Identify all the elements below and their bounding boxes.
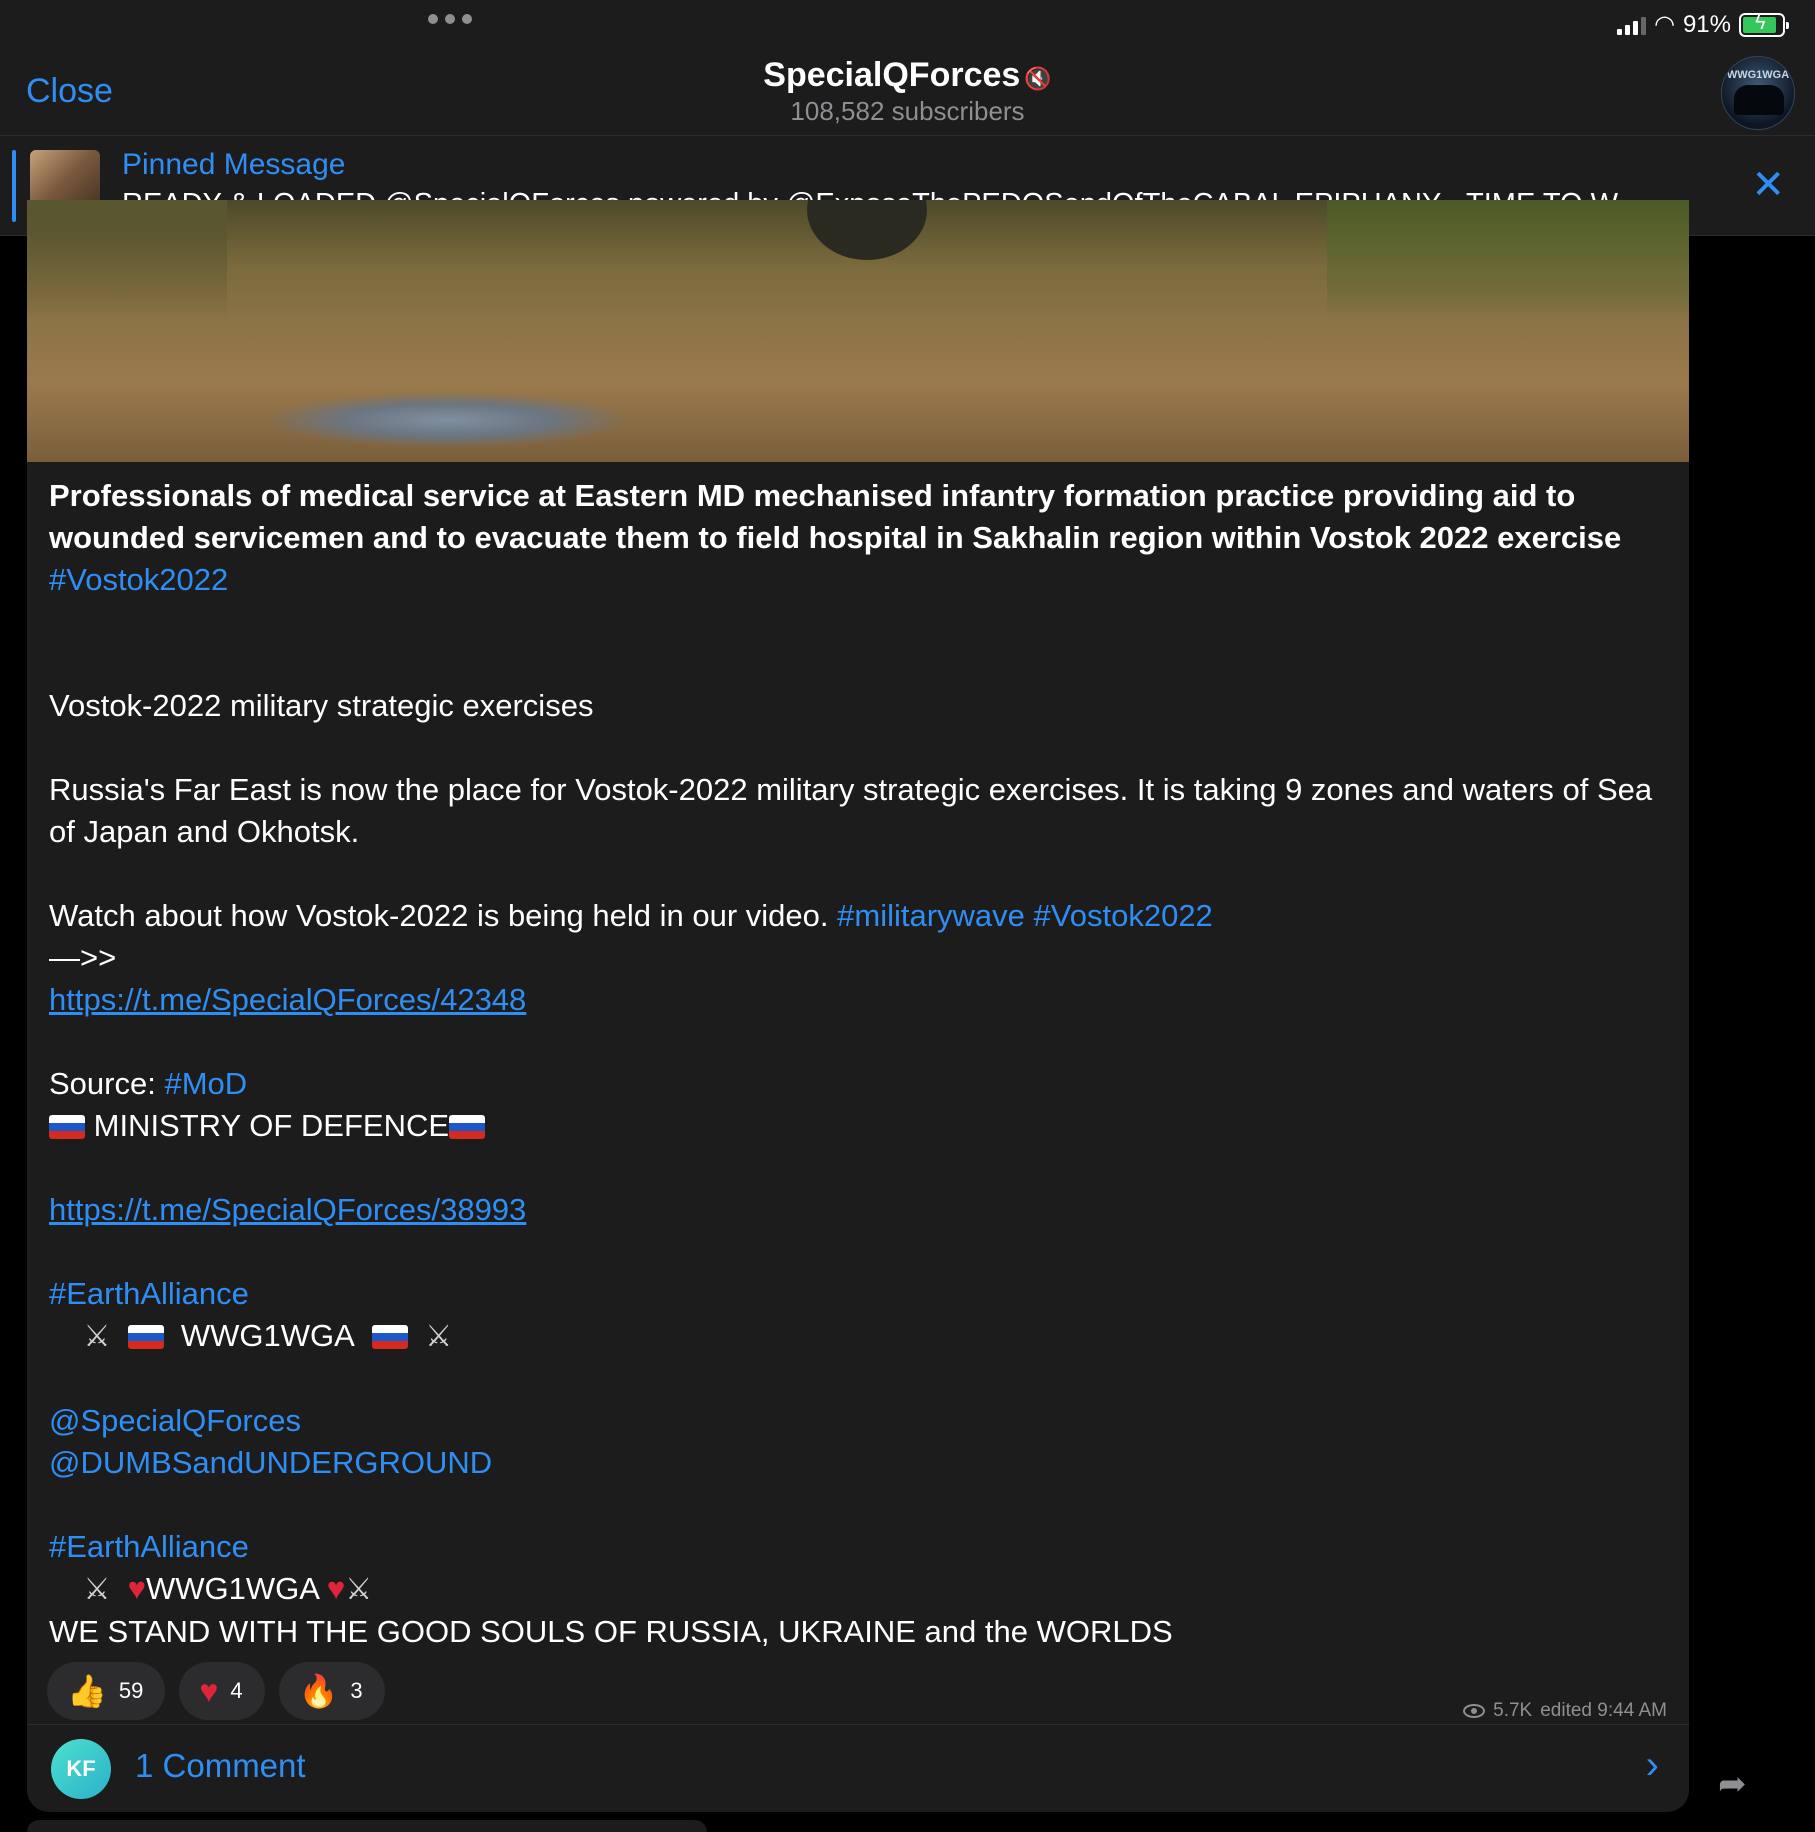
crossed-swords-icon: ⚔	[345, 1573, 373, 1606]
muted-speaker-icon: 🔇	[1024, 66, 1052, 91]
message-text: Professionals of medical service at East…	[49, 475, 1669, 1653]
reaction-count: 59	[118, 1678, 144, 1703]
close-pinned-icon[interactable]: ✕	[1751, 162, 1785, 208]
mention-dumbsandunderground[interactable]: @DUMBSandUNDERGROUND	[49, 1445, 492, 1480]
view-count: 5.7K	[1493, 1700, 1533, 1721]
pinned-title: Pinned Message	[122, 148, 346, 181]
edited-time: edited 9:44 AM	[1540, 1700, 1667, 1721]
chevron-right-icon: ›	[1645, 1743, 1659, 1787]
russia-flag-icon	[371, 1325, 408, 1349]
watch-text: Watch about how Vostok-2022 is being hel…	[49, 898, 838, 933]
crossed-swords-icon: ⚔	[83, 1320, 111, 1353]
thumbs-up-icon: 👍	[67, 1673, 107, 1709]
chat-header: Close SpecialQForces 🔇 108,582 subscriber…	[0, 48, 1815, 136]
russia-flag-icon	[127, 1325, 164, 1349]
comments-button[interactable]: KF 1 Comment ›	[27, 1724, 1689, 1812]
hashtag-militarywave[interactable]: #militarywave	[837, 898, 1025, 933]
channel-name: SpecialQForces	[763, 56, 1021, 94]
next-message-edge	[27, 1820, 707, 1832]
reaction-thumbs-up[interactable]: 👍 59	[47, 1662, 166, 1720]
hashtag-mod[interactable]: #MoD	[164, 1066, 247, 1101]
reaction-count: 3	[350, 1678, 363, 1703]
hashtag-earthalliance-2[interactable]: #EarthAlliance	[49, 1529, 249, 1564]
wwg1wga-text: WWG1WGA	[180, 1318, 355, 1353]
battery-percent: 91%	[1682, 10, 1731, 38]
hashtag-vostok2022-2[interactable]: #Vostok2022	[1034, 898, 1213, 933]
russia-flag-icon	[49, 1115, 85, 1139]
message-meta: 5.7K edited 9:44 AM	[1463, 1700, 1667, 1722]
cellular-signal-icon	[1617, 15, 1646, 35]
heart-icon: ♥	[199, 1672, 219, 1709]
channel-title[interactable]: SpecialQForces 🔇	[0, 56, 1815, 95]
message-paragraph: Russia's Far East is now the place for V…	[49, 772, 1661, 849]
hashtag-earthalliance[interactable]: #EarthAlliance	[49, 1276, 249, 1311]
heart-icon: ♥	[127, 1571, 146, 1606]
fire-icon: 🔥	[298, 1673, 339, 1709]
exercises-title: Vostok-2022 military strategic exercises	[49, 688, 594, 723]
reaction-count: 4	[230, 1678, 243, 1703]
subscriber-count: 108,582 subscribers	[790, 96, 1025, 126]
crossed-swords-icon: ⚔	[83, 1573, 111, 1606]
crossed-swords-icon: ⚔	[425, 1320, 453, 1353]
link-38993[interactable]: https://t.me/SpecialQForces/38993	[49, 1192, 526, 1227]
video-thumbnail[interactable]	[27, 200, 1689, 462]
pinned-indicator	[12, 150, 16, 222]
wwg1wga-text-2: WWG1WGA	[146, 1571, 319, 1606]
comment-count: 1 Comment	[135, 1747, 306, 1784]
message-bubble[interactable]: Professionals of medical service at East…	[27, 200, 1689, 1812]
views-eye-icon	[1463, 1704, 1486, 1718]
reaction-fire[interactable]: 🔥 3	[278, 1662, 385, 1720]
source-label: Source:	[49, 1066, 165, 1101]
status-bar: ◠ 91% ϟ	[0, 0, 1815, 48]
closing-text: WE STAND WITH THE GOOD SOULS OF RUSSIA, …	[49, 1614, 1173, 1649]
wifi-icon: ◠	[1654, 11, 1675, 38]
reaction-heart[interactable]: ♥ 4	[179, 1662, 265, 1720]
hashtag-vostok2022[interactable]: #Vostok2022	[49, 562, 228, 597]
channel-avatar[interactable]: WWG1WGA	[1721, 56, 1795, 130]
russia-flag-icon	[449, 1115, 486, 1139]
multitasking-dots-icon[interactable]	[428, 14, 472, 24]
commenter-avatar: KF	[51, 1739, 111, 1799]
share-icon[interactable]: ➦	[1718, 1764, 1747, 1804]
arrow-text: —>>	[49, 940, 117, 975]
battery-icon: ϟ	[1739, 12, 1789, 37]
avatar-text: WWG1WGA	[1726, 69, 1790, 81]
message-headline: Professionals of medical service at East…	[49, 478, 1622, 555]
heart-icon: ♥	[326, 1571, 346, 1606]
mention-specialqforces[interactable]: @SpecialQForces	[49, 1403, 301, 1438]
link-42348[interactable]: https://t.me/SpecialQForces/42348	[49, 982, 526, 1017]
ministry-text: MINISTRY OF DEFENCE	[93, 1108, 450, 1143]
reactions-row: 👍 59 ♥ 4 🔥 3	[47, 1662, 385, 1720]
